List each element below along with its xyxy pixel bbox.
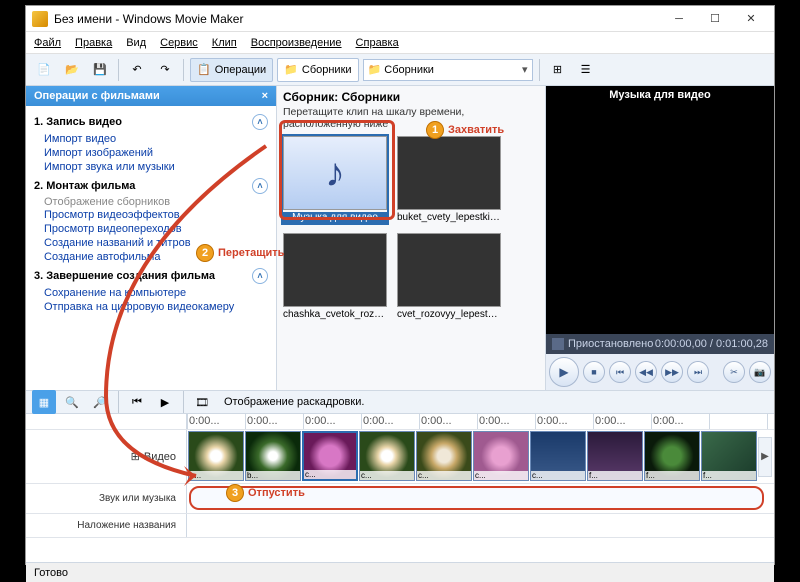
link-send-camera[interactable]: Отправка на цифровую видеокамеру [34, 300, 268, 314]
preview-title: Музыка для видео [546, 86, 774, 104]
menu-clip[interactable]: Клип [212, 37, 237, 49]
tl-toggle-view-icon[interactable]: 🎞 [190, 390, 214, 414]
chevron-down-icon: ▾ [522, 63, 528, 76]
timeline-clip[interactable]: c... [359, 431, 415, 481]
tasks-header: Операции с фильмами× [26, 86, 276, 106]
tl-view-label: Отображение раскадровки. [224, 396, 364, 408]
menubar: Файл Правка Вид Сервис Клип Воспроизведе… [26, 32, 774, 54]
play-button[interactable]: ▶ [549, 357, 579, 387]
title-track[interactable]: Наложение названия [26, 514, 774, 538]
timeline-clip[interactable]: f... [644, 431, 700, 481]
link-import-images[interactable]: Импорт изображений [34, 146, 268, 160]
preview-controls: ▶ ■ ⏮ ◀◀ ▶▶ ⏭ ✂ 📷 [546, 354, 774, 390]
menu-edit[interactable]: Правка [75, 37, 112, 49]
clip-music[interactable]: ♪ Музыка для видео [283, 136, 387, 223]
menu-file[interactable]: Файл [34, 37, 61, 49]
view-list-icon[interactable]: ☰ [574, 58, 598, 82]
section-capture[interactable]: 1. Запись видео˄ [34, 114, 268, 130]
scroll-right-icon[interactable]: ▶ [758, 437, 772, 477]
timeline-clip[interactable]: c... [416, 431, 472, 481]
audio-track[interactable]: Звук или музыка [26, 484, 774, 514]
rewind-button[interactable]: ◀◀ [635, 361, 657, 383]
pause-icon [552, 338, 564, 350]
clip-thumb-3[interactable]: chashka_cvetok_roza_8... [283, 233, 387, 320]
preview-status-bar: Приостановлено 0:00:00,00 / 0:01:00,28 [546, 334, 774, 354]
window-title: Без имени - Windows Movie Maker [54, 12, 668, 26]
redo-icon[interactable]: ↷ [153, 58, 177, 82]
toolbar: 📄 📂 💾 ↶ ↷ 📋Операции 📁Сборники 📁 Сборники… [26, 54, 774, 86]
collections-button[interactable]: 📁Сборники [277, 58, 358, 82]
operations-button[interactable]: 📋Операции [190, 58, 273, 82]
preview-panel: Музыка для видео Приостановлено 0:00:00,… [546, 86, 774, 390]
chevron-up-icon: ˄ [252, 178, 268, 194]
chevron-up-icon: ˄ [252, 114, 268, 130]
callout-1: 1Захватить [426, 121, 504, 139]
timeline-toolbar: ▦ 🔍 🔎 ⏮ ▶ 🎞 Отображение раскадровки. [26, 390, 774, 414]
tl-play-icon[interactable]: ▶ [153, 390, 177, 414]
callout-3: 3Отпустить [226, 484, 305, 502]
view-thumb-icon[interactable]: ⊞ [546, 58, 570, 82]
menu-service[interactable]: Сервис [160, 37, 198, 49]
tl-zoom-in-icon[interactable]: 🔍 [60, 390, 84, 414]
music-note-icon: ♪ [325, 151, 345, 196]
timeline-clip[interactable]: f... [587, 431, 643, 481]
prev-button[interactable]: ⏮ [609, 361, 631, 383]
timeline-clip[interactable]: c... [302, 431, 358, 481]
collection-view: Сборник: Сборники Перетащите клип на шка… [276, 86, 546, 390]
collection-combo[interactable]: 📁 Сборники▾ [363, 59, 533, 81]
chevron-up-icon: ˄ [252, 268, 268, 284]
link-video-effects[interactable]: Просмотр видеоэффектов [34, 208, 268, 222]
link-save-computer[interactable]: Сохранение на компьютере [34, 286, 268, 300]
stop-button[interactable]: ■ [583, 361, 605, 383]
section-edit[interactable]: 2. Монтаж фильма˄ [34, 178, 268, 194]
menu-help[interactable]: Справка [356, 37, 399, 49]
undo-icon[interactable]: ↶ [125, 58, 149, 82]
tl-storyboard-icon[interactable]: ▦ [32, 390, 56, 414]
clip-thumb-4[interactable]: cvet_rozovyy_lepestki_r... [397, 233, 501, 320]
clip-thumb-2[interactable]: buket_cvety_lepestki_be... [397, 136, 501, 223]
video-track[interactable]: ⊞Видео b...b...c...c...c...c...c...f...f… [26, 430, 774, 484]
status-bar: Готово [26, 562, 774, 582]
callout-2: 2Перетащить [196, 244, 284, 262]
timeline-clip[interactable]: b... [245, 431, 301, 481]
tasks-panel: Операции с фильмами× 1. Запись видео˄ Им… [26, 86, 276, 390]
tl-rewind-icon[interactable]: ⏮ [125, 390, 149, 414]
preview-time: 0:00:00,00 / 0:01:00,28 [655, 338, 768, 350]
minimize-button[interactable]: ─ [668, 10, 690, 28]
timeline: 0:00...0:00...0:00...0:00...0:00...0:00.… [26, 414, 774, 562]
timeline-clip[interactable]: b... [188, 431, 244, 481]
timeline-clip[interactable]: f... [701, 431, 757, 481]
split-button[interactable]: ✂ [723, 361, 745, 383]
next-button[interactable]: ⏭ [687, 361, 709, 383]
link-show-collections: Отображение сборников [34, 196, 268, 208]
new-icon[interactable]: 📄 [32, 58, 56, 82]
section-finish[interactable]: 3. Завершение создания фильма˄ [34, 268, 268, 284]
timeline-clip[interactable]: c... [530, 431, 586, 481]
snapshot-button[interactable]: 📷 [749, 361, 771, 383]
collection-title: Сборник: Сборники [283, 90, 539, 104]
link-import-audio[interactable]: Импорт звука или музыки [34, 160, 268, 174]
timeline-clip[interactable]: c... [473, 431, 529, 481]
maximize-button[interactable]: ☐ [704, 10, 726, 28]
link-video-transitions[interactable]: Просмотр видеопереходов [34, 222, 268, 236]
close-button[interactable]: ✕ [740, 10, 762, 28]
titlebar: Без имени - Windows Movie Maker ─ ☐ ✕ [26, 6, 774, 32]
menu-view[interactable]: Вид [126, 37, 146, 49]
app-icon [32, 11, 48, 27]
timeline-ruler[interactable]: 0:00...0:00...0:00...0:00...0:00...0:00.… [26, 414, 774, 430]
tl-zoom-out-icon[interactable]: 🔎 [88, 390, 112, 414]
menu-play[interactable]: Воспроизведение [251, 37, 342, 49]
preview-screen [546, 104, 774, 334]
forward-button[interactable]: ▶▶ [661, 361, 683, 383]
save-icon[interactable]: 💾 [88, 58, 112, 82]
link-import-video[interactable]: Импорт видео [34, 132, 268, 146]
close-panel-icon[interactable]: × [262, 90, 268, 102]
open-icon[interactable]: 📂 [60, 58, 84, 82]
